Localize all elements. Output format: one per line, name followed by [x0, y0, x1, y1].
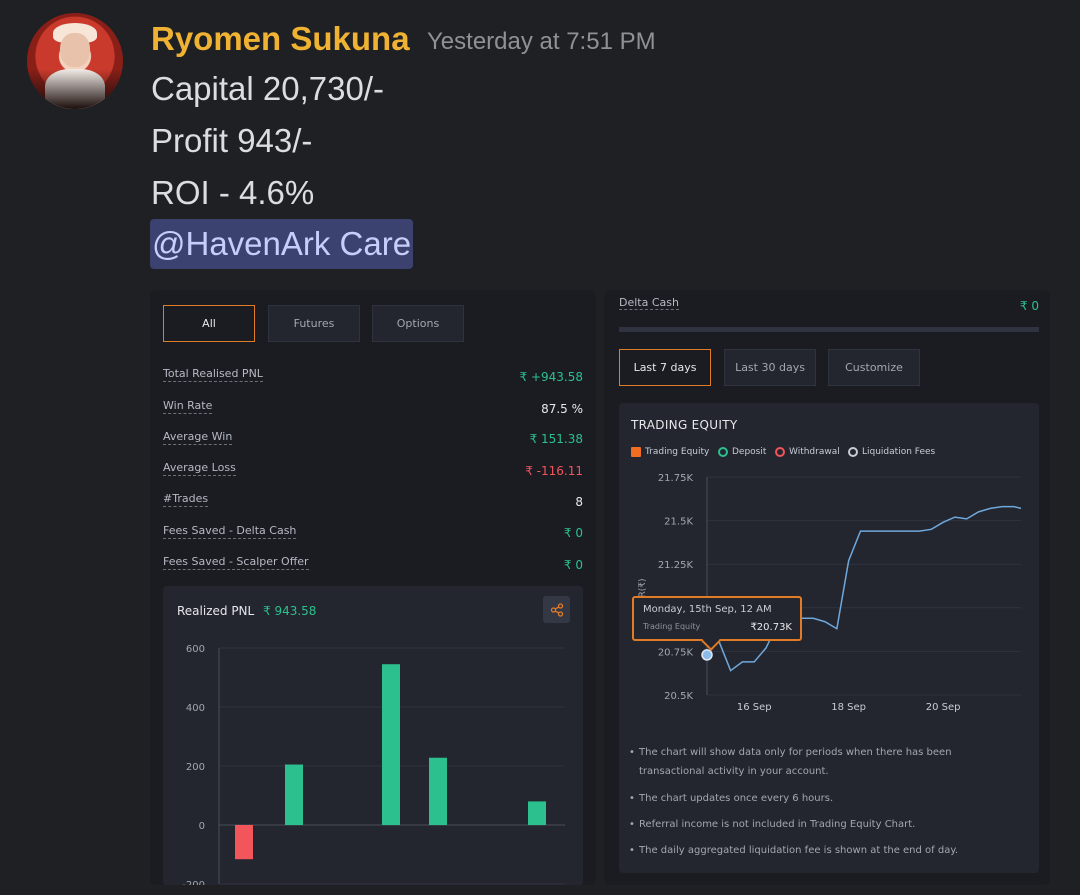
- y-tick-label: 200: [186, 762, 205, 773]
- note-chart-activity: The chart will show data only for period…: [629, 743, 1019, 781]
- y-axis-label: R(₹): [638, 578, 648, 597]
- stat-label-fees-delta-cash: Fees Saved - Delta Cash: [163, 524, 297, 539]
- y-tick-label: 21.75K: [658, 473, 694, 484]
- message-line-profit: Profit 943/-: [151, 122, 313, 159]
- y-tick-label: 20.5K: [664, 691, 693, 702]
- stat-label-average-loss: Average Loss: [163, 461, 236, 476]
- tab-last-7-days[interactable]: Last 7 days: [619, 349, 711, 386]
- y-tick-label: -200: [182, 880, 205, 885]
- tab-futures[interactable]: Futures: [268, 305, 360, 342]
- tooltip-date: Monday, 15th Sep, 12 AM: [643, 604, 772, 615]
- delta-cash-value: ₹ 0: [1019, 299, 1039, 313]
- stat-label-total-pnl: Total Realised PNL: [163, 367, 263, 382]
- delta-cash-label: Delta Cash: [619, 296, 679, 310]
- stat-value-fees-scalper: ₹ 0: [563, 558, 583, 572]
- stat-label-average-win: Average Win: [163, 430, 233, 445]
- stat-value-average-loss: ₹ -116.11: [525, 464, 583, 478]
- tab-options[interactable]: Options: [372, 305, 464, 342]
- pnl-bar: [285, 764, 303, 825]
- pnl-bar: [528, 801, 546, 825]
- realized-pnl-bar-chart: 600 400 200 0 -200: [182, 644, 565, 885]
- tab-all[interactable]: All: [163, 305, 255, 342]
- message-line-capital: Capital 20,730/-: [151, 70, 384, 107]
- y-tick-label: 600: [186, 644, 205, 655]
- message-timestamp: Yesterday at 7:51 PM: [427, 28, 656, 55]
- pnl-bar: [429, 757, 447, 825]
- delta-cash-progress: [619, 327, 1039, 332]
- note-referral-income: Referral income is not included in Tradi…: [629, 815, 1019, 834]
- author-name[interactable]: Ryomen Sukuna: [151, 20, 410, 58]
- stat-label-win-rate: Win Rate: [163, 399, 213, 414]
- stat-label-trades: #Trades: [163, 492, 209, 507]
- note-chart-updates: The chart updates once every 6 hours.: [629, 789, 1019, 808]
- tooltip-value: ₹20.73K: [750, 622, 792, 633]
- realized-pnl-card: Realized PNL ₹ 943.58 600 400 200 0 -200: [163, 586, 583, 885]
- stat-value-trades: 8: [575, 495, 583, 509]
- note-liquidation-fee: The daily aggregated liquidation fee is …: [629, 841, 1019, 860]
- stat-label-fees-scalper: Fees Saved - Scalper Offer: [163, 555, 309, 570]
- tab-last-30-days[interactable]: Last 30 days: [724, 349, 816, 386]
- stat-value-fees-delta-cash: ₹ 0: [563, 526, 583, 540]
- y-tick-label: 0: [199, 821, 205, 832]
- message-line-roi: ROI - 4.6%: [151, 174, 315, 211]
- avatar[interactable]: [27, 13, 123, 109]
- y-tick-label: 21.5K: [664, 517, 693, 528]
- equity-line: [706, 505, 1022, 672]
- role-mention[interactable]: @HavenArk Care: [150, 219, 414, 269]
- stat-value-average-win: ₹ 151.38: [529, 432, 583, 446]
- tab-customize[interactable]: Customize: [828, 349, 920, 386]
- x-tick-label: 20 Sep: [926, 702, 961, 713]
- y-tick-label: 20.75K: [658, 647, 694, 658]
- equity-tooltip: Monday, 15th Sep, 12 AM Trading Equity ₹…: [632, 596, 802, 651]
- pnl-screenshot-left[interactable]: All Futures Options Total Realised PNL ₹…: [150, 290, 596, 885]
- y-tick-label: 21.25K: [658, 560, 694, 571]
- y-tick-label: 400: [186, 703, 205, 714]
- x-tick-label: 18 Sep: [831, 702, 866, 713]
- stat-value-win-rate: 87.5 %: [541, 402, 583, 416]
- trading-equity-card: TRADING EQUITY Trading Equity Deposit Wi…: [619, 403, 1039, 873]
- x-tick-label: 16 Sep: [737, 702, 772, 713]
- equity-screenshot-right[interactable]: Delta Cash ₹ 0 Last 7 days Last 30 days …: [604, 290, 1050, 885]
- trading-equity-line-chart: 21.75K21.5K21.25K21K20.75K20.5K16 Sep18 …: [638, 473, 1022, 713]
- pnl-bar: [235, 825, 253, 860]
- stat-value-total-pnl: ₹ +943.58: [519, 370, 584, 384]
- tooltip-label: Trading Equity: [643, 622, 701, 631]
- pnl-bar: [382, 664, 400, 825]
